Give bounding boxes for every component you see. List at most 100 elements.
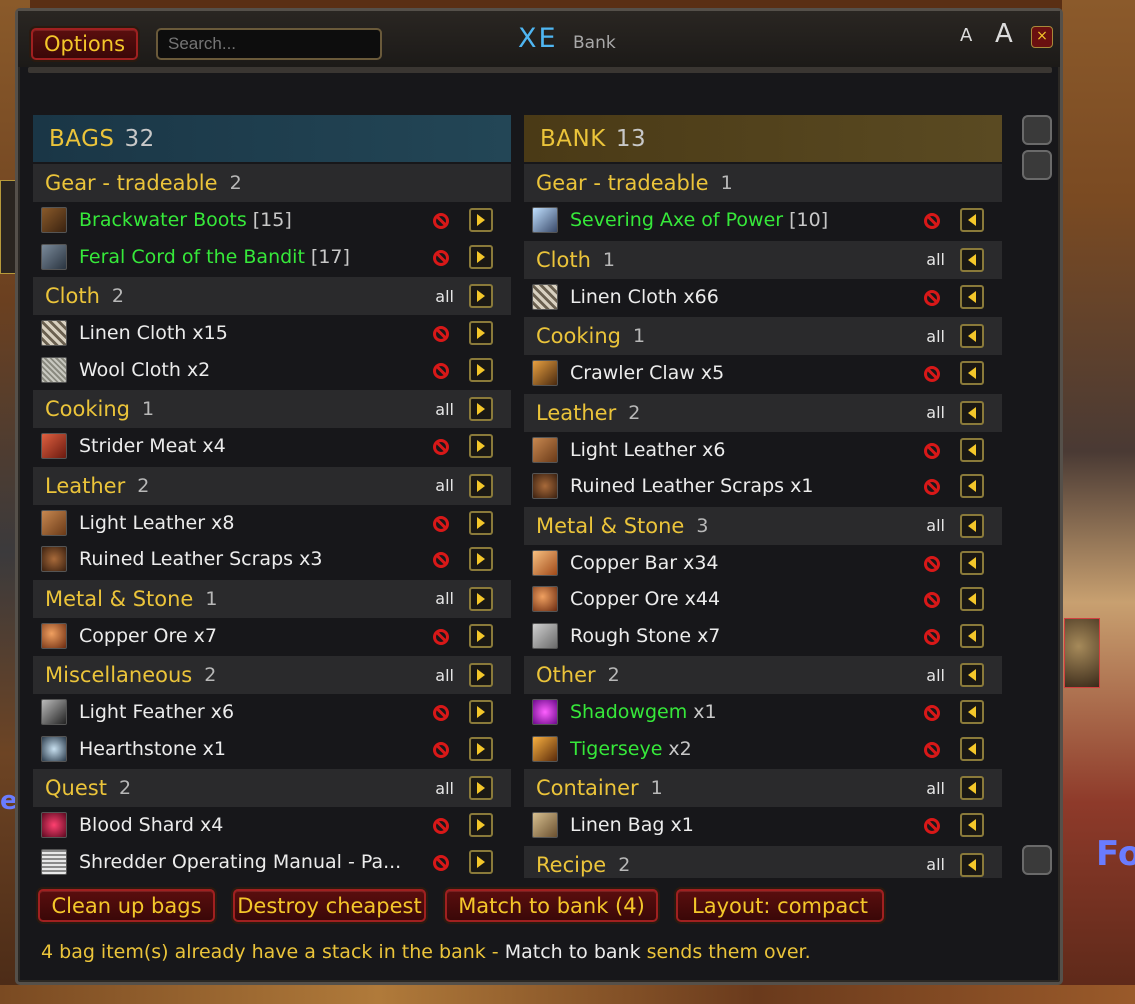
move-to-bags-button[interactable] [960, 474, 984, 498]
move-to-bags-button[interactable] [960, 550, 984, 575]
ignore-icon[interactable] [924, 479, 940, 495]
move-all-to-bank-button[interactable] [469, 586, 493, 611]
item-row[interactable]: Feral Cord of the Bandit [17] [33, 239, 511, 276]
item-row[interactable]: Wool Cloth x2 [33, 352, 511, 389]
move-all-to-bank-button[interactable] [469, 284, 493, 308]
move-to-bank-button[interactable] [469, 244, 493, 269]
item-row[interactable]: Light Leather x6 [524, 432, 1002, 469]
ignore-icon[interactable] [924, 741, 940, 758]
ignore-icon[interactable] [433, 741, 449, 758]
ignore-icon[interactable] [433, 705, 449, 721]
move-all-label[interactable]: all [435, 400, 454, 419]
move-all-to-bags-button[interactable] [960, 247, 984, 272]
item-row[interactable]: Shredder Operating Manual - Pa... [33, 844, 511, 879]
category-header[interactable]: Cloth 1 all [524, 240, 1002, 279]
ignore-icon[interactable] [924, 818, 940, 834]
move-to-bags-button[interactable] [960, 623, 984, 648]
category-header[interactable]: Leather 2 all [524, 393, 1002, 432]
destroy-cheapest-button[interactable]: Destroy cheapest [233, 889, 426, 922]
move-all-label[interactable]: all [435, 287, 454, 306]
item-row[interactable]: Strider Meat x4 [33, 428, 511, 465]
item-row[interactable]: Crawler Claw x5 [524, 355, 1002, 392]
move-to-bank-button[interactable] [469, 321, 493, 345]
move-to-bank-button[interactable] [469, 510, 493, 535]
ignore-icon[interactable] [433, 326, 449, 342]
item-row[interactable]: Copper Ore x7 [33, 618, 511, 655]
ignore-icon[interactable] [924, 628, 940, 645]
item-row[interactable]: Copper Bar x34 [524, 545, 1002, 582]
ignore-icon[interactable] [433, 552, 449, 568]
item-row[interactable]: Rough Stone x7 [524, 618, 1002, 655]
ignore-icon[interactable] [924, 555, 940, 572]
category-header[interactable]: Quest 2 all [33, 769, 511, 807]
category-header[interactable]: Cloth 2 all [33, 277, 511, 315]
item-row[interactable]: Hearthstone x1 [33, 731, 511, 768]
ignore-icon[interactable] [433, 628, 449, 645]
item-row[interactable]: Copper Ore x44 [524, 581, 1002, 618]
ignore-icon[interactable] [433, 249, 449, 266]
item-row[interactable]: Linen Cloth x66 [524, 279, 1002, 316]
category-header[interactable]: Cooking 1 all [524, 317, 1002, 355]
bags-header[interactable]: BAGS 32 [33, 115, 511, 162]
font-increase-button[interactable]: A [995, 19, 1013, 49]
ignore-icon[interactable] [433, 213, 449, 229]
empty-slot-icon[interactable] [1022, 150, 1052, 180]
title-bar[interactable]: Options XE Bank A A × [18, 11, 1060, 67]
move-all-label[interactable]: all [435, 476, 454, 495]
move-to-bank-button[interactable] [469, 357, 493, 382]
scroll-bottom-icon[interactable] [1022, 845, 1052, 875]
item-row[interactable]: Ruined Leather Scraps x1 [524, 468, 1002, 505]
move-to-bank-button[interactable] [469, 700, 493, 724]
category-header[interactable]: Cooking 1 all [33, 390, 511, 428]
move-to-bags-button[interactable] [960, 736, 984, 761]
ignore-icon[interactable] [924, 366, 940, 382]
move-all-label[interactable]: all [435, 666, 454, 685]
ignore-icon[interactable] [924, 213, 940, 229]
category-header[interactable]: Metal & Stone 1 all [33, 579, 511, 618]
move-all-to-bags-button[interactable] [960, 400, 984, 425]
sort-icon[interactable] [1022, 115, 1052, 145]
category-header[interactable]: Container 1 all [524, 769, 1002, 807]
item-row[interactable]: Brackwater Boots [15] [33, 202, 511, 239]
item-row[interactable]: Linen Bag x1 [524, 807, 1002, 844]
move-to-bank-button[interactable] [469, 208, 493, 232]
clean-up-bags-button[interactable]: Clean up bags [38, 889, 215, 922]
move-all-to-bags-button[interactable] [960, 324, 984, 348]
match-to-bank-button[interactable]: Match to bank (4) [445, 889, 658, 922]
item-row[interactable]: Shadowgem x1 [524, 694, 1002, 731]
category-header[interactable]: Gear - tradeable 1 [524, 164, 1002, 202]
ignore-icon[interactable] [924, 289, 940, 306]
bank-header[interactable]: BANK 13 [524, 115, 1002, 162]
category-header[interactable]: Gear - tradeable 2 [33, 164, 511, 202]
move-all-label[interactable]: all [926, 403, 945, 422]
item-row[interactable]: Blood Shard x4 [33, 807, 511, 844]
category-header[interactable]: Other 2 all [524, 656, 1002, 694]
move-all-label[interactable]: all [926, 327, 945, 346]
move-to-bank-button[interactable] [469, 849, 493, 874]
layout-button[interactable]: Layout: compact [676, 889, 884, 922]
move-to-bags-button[interactable] [960, 208, 984, 232]
ignore-icon[interactable] [924, 705, 940, 721]
move-to-bags-button[interactable] [960, 700, 984, 724]
move-all-to-bank-button[interactable] [469, 663, 493, 687]
item-row[interactable]: Severing Axe of Power [10] [524, 202, 1002, 239]
category-header[interactable]: Metal & Stone 3 all [524, 506, 1002, 545]
item-row[interactable]: Light Leather x8 [33, 505, 511, 542]
move-all-to-bank-button[interactable] [469, 776, 493, 800]
ignore-icon[interactable] [924, 592, 940, 608]
options-button[interactable]: Options [31, 28, 138, 60]
move-to-bank-button[interactable] [469, 547, 493, 571]
move-all-to-bank-button[interactable] [469, 473, 493, 498]
category-header[interactable]: Leather 2 all [33, 466, 511, 505]
move-all-label[interactable]: all [926, 779, 945, 798]
item-row[interactable]: Light Feather x6 [33, 694, 511, 731]
move-to-bank-button[interactable] [469, 736, 493, 761]
font-decrease-button[interactable]: A [960, 25, 972, 46]
move-to-bags-button[interactable] [960, 361, 984, 385]
move-all-label[interactable]: all [926, 666, 945, 685]
move-to-bank-button[interactable] [469, 813, 493, 837]
ignore-icon[interactable] [924, 442, 940, 459]
move-all-label[interactable]: all [435, 779, 454, 798]
category-header[interactable]: Miscellaneous 2 all [33, 656, 511, 694]
move-to-bank-button[interactable] [469, 434, 493, 458]
